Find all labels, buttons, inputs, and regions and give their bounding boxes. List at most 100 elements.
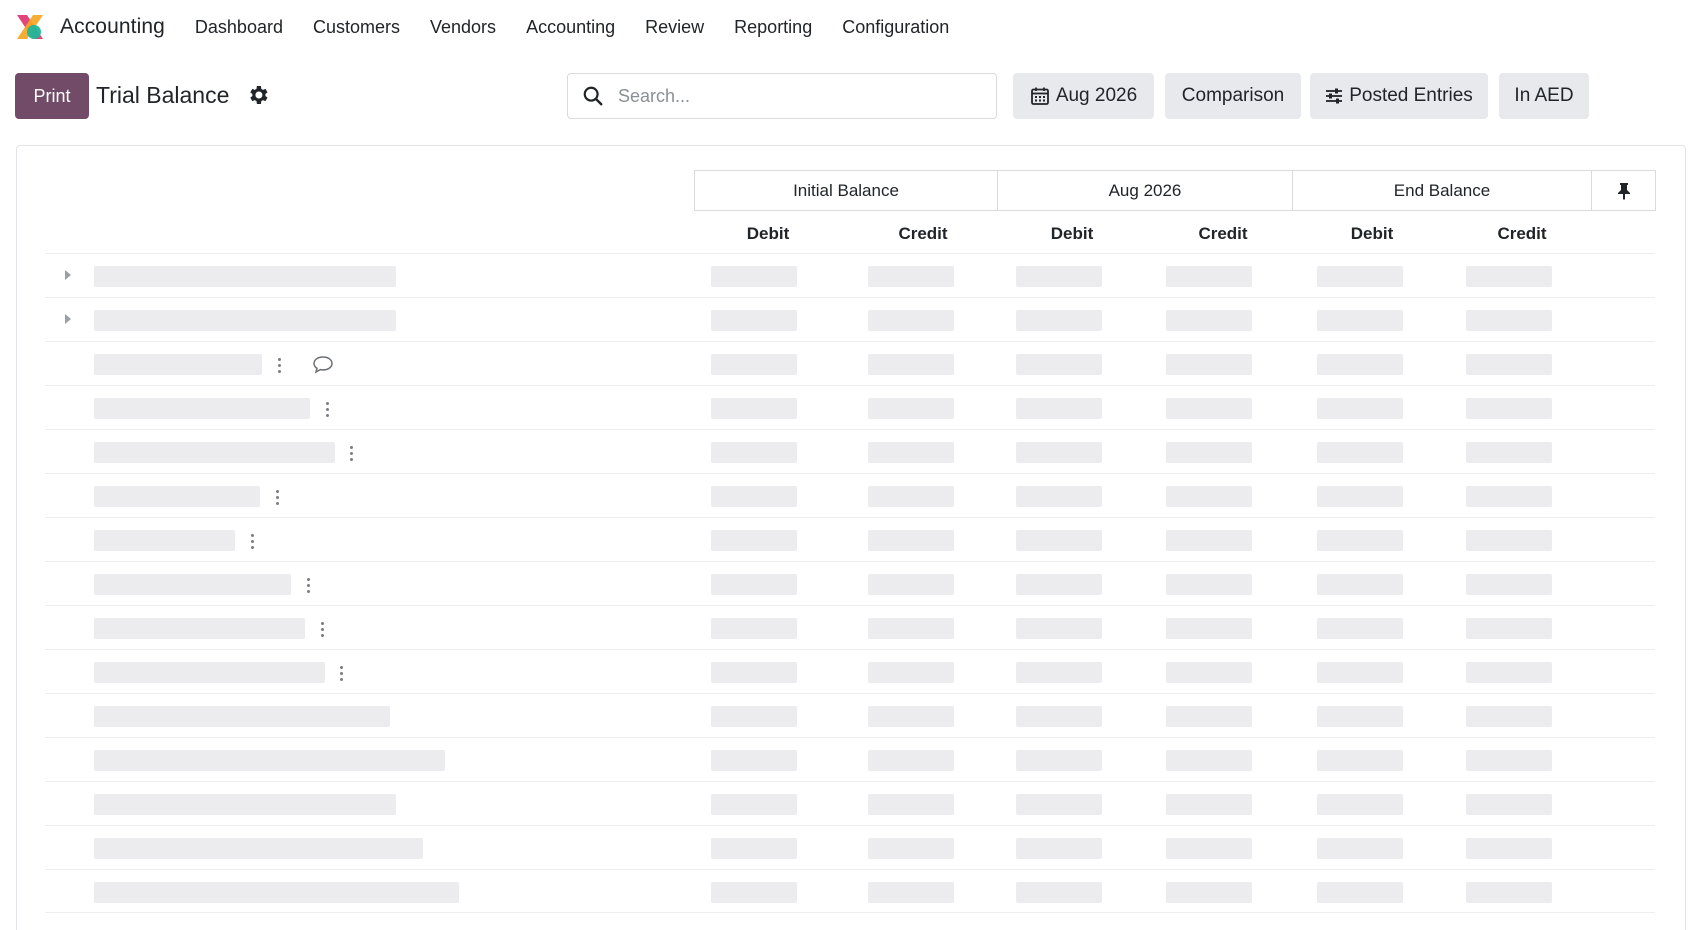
amount-placeholder	[1016, 398, 1102, 419]
col-header-initial-credit[interactable]: Credit	[898, 224, 947, 244]
table-row[interactable]	[45, 517, 1655, 561]
comparison-button[interactable]: Comparison	[1165, 73, 1301, 119]
table-row[interactable]	[45, 737, 1655, 781]
kebab-menu-icon[interactable]	[321, 399, 333, 419]
report-panel: Initial Balance Aug 2026 End Balance Deb…	[16, 145, 1686, 930]
table-row[interactable]	[45, 385, 1655, 429]
amount-placeholder	[868, 838, 954, 859]
amount-placeholder	[1466, 442, 1552, 463]
nav-vendors[interactable]: Vendors	[430, 17, 496, 38]
table-row[interactable]	[45, 693, 1655, 737]
amount-placeholder	[1016, 706, 1102, 727]
table-row[interactable]	[45, 341, 1655, 385]
amount-placeholder	[1466, 662, 1552, 683]
group-header-initial-balance: Initial Balance	[694, 170, 998, 211]
nav-reporting[interactable]: Reporting	[734, 17, 812, 38]
currency-button[interactable]: In AED	[1499, 73, 1589, 119]
amount-placeholder	[1166, 310, 1252, 331]
amount-placeholder	[711, 266, 797, 287]
amount-placeholder	[711, 882, 797, 903]
amount-placeholder	[711, 706, 797, 727]
account-name-placeholder	[94, 794, 396, 815]
posted-entries-button[interactable]: Posted Entries	[1310, 73, 1488, 119]
account-name-placeholder	[94, 574, 291, 595]
amount-placeholder	[711, 354, 797, 375]
account-name-placeholder	[94, 706, 390, 727]
kebab-menu-icon[interactable]	[246, 531, 258, 551]
amount-placeholder	[868, 662, 954, 683]
kebab-menu-icon[interactable]	[345, 443, 357, 463]
caret-right-icon[interactable]	[65, 314, 71, 324]
amount-placeholder	[1466, 310, 1552, 331]
account-name-placeholder	[94, 486, 260, 507]
nav-configuration[interactable]: Configuration	[842, 17, 949, 38]
amount-placeholder	[1317, 706, 1403, 727]
amount-placeholder	[711, 442, 797, 463]
amount-placeholder	[711, 398, 797, 419]
account-name-placeholder	[94, 354, 262, 375]
table-row[interactable]	[45, 253, 1655, 297]
amount-placeholder	[711, 618, 797, 639]
kebab-menu-icon[interactable]	[271, 487, 283, 507]
account-name-placeholder	[94, 310, 396, 331]
amount-placeholder	[1016, 574, 1102, 595]
top-navbar: Accounting Dashboard Customers Vendors A…	[0, 0, 1692, 54]
amount-placeholder	[711, 662, 797, 683]
amount-placeholder	[711, 486, 797, 507]
table-row[interactable]	[45, 473, 1655, 517]
kebab-menu-icon[interactable]	[273, 355, 285, 375]
app-title[interactable]: Accounting	[60, 15, 165, 39]
table-row[interactable]	[45, 605, 1655, 649]
col-header-period-credit[interactable]: Credit	[1198, 224, 1247, 244]
table-row[interactable]	[45, 781, 1655, 825]
kebab-menu-icon[interactable]	[302, 575, 314, 595]
amount-placeholder	[1466, 750, 1552, 771]
amount-placeholder	[1016, 662, 1102, 683]
accounting-app-logo-icon[interactable]	[14, 11, 46, 43]
nav-dashboard[interactable]: Dashboard	[195, 17, 283, 38]
gear-icon[interactable]	[246, 83, 270, 107]
amount-placeholder	[1166, 706, 1252, 727]
amount-placeholder	[1317, 794, 1403, 815]
amount-placeholder	[1166, 354, 1252, 375]
date-filter-button[interactable]: Aug 2026	[1013, 73, 1154, 119]
search-input[interactable]	[618, 85, 978, 107]
nav-review[interactable]: Review	[645, 17, 704, 38]
amount-placeholder	[868, 486, 954, 507]
kebab-menu-icon[interactable]	[335, 663, 347, 683]
pin-column-cell[interactable]	[1592, 170, 1656, 211]
caret-right-icon[interactable]	[65, 270, 71, 280]
table-row[interactable]	[45, 297, 1655, 341]
group-header-period: Aug 2026	[998, 170, 1293, 211]
amount-placeholder	[1466, 354, 1552, 375]
search-box[interactable]	[567, 73, 997, 119]
amount-placeholder	[1166, 574, 1252, 595]
col-header-initial-debit[interactable]: Debit	[747, 224, 790, 244]
col-header-period-debit[interactable]: Debit	[1051, 224, 1094, 244]
col-header-end-debit[interactable]: Debit	[1351, 224, 1394, 244]
amount-placeholder	[711, 838, 797, 859]
amount-placeholder	[1466, 398, 1552, 419]
col-header-end-credit[interactable]: Credit	[1497, 224, 1546, 244]
table-row[interactable]	[45, 825, 1655, 869]
amount-placeholder	[1166, 618, 1252, 639]
amount-placeholder	[1317, 310, 1403, 331]
amount-placeholder	[1317, 662, 1403, 683]
nav-customers[interactable]: Customers	[313, 17, 400, 38]
account-name-placeholder	[94, 530, 235, 551]
table-row[interactable]	[45, 649, 1655, 693]
amount-placeholder	[1016, 354, 1102, 375]
kebab-menu-icon[interactable]	[316, 619, 328, 639]
amount-placeholder	[1466, 574, 1552, 595]
amount-placeholder	[1166, 794, 1252, 815]
table-row[interactable]	[45, 561, 1655, 605]
table-row[interactable]	[45, 429, 1655, 473]
print-button[interactable]: Print	[15, 73, 89, 119]
comment-icon[interactable]	[312, 354, 334, 374]
amount-placeholder	[1166, 838, 1252, 859]
amount-placeholder	[1016, 618, 1102, 639]
pin-icon[interactable]	[1616, 182, 1632, 200]
nav-accounting[interactable]: Accounting	[526, 17, 615, 38]
amount-placeholder	[1466, 530, 1552, 551]
table-row[interactable]	[45, 869, 1655, 913]
